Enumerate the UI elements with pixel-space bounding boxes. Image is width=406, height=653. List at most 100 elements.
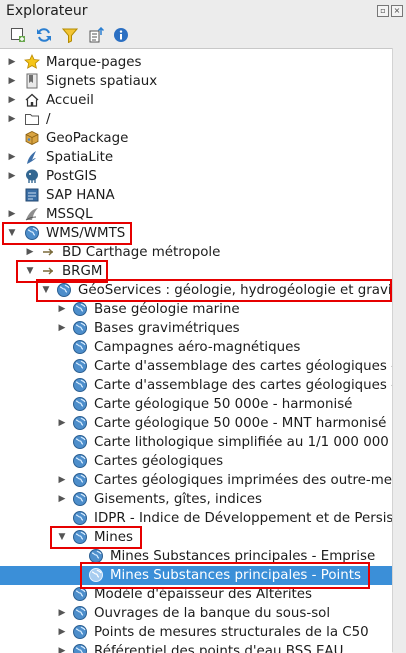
tree-item-layer[interactable]: Carte d'assemblage des cartes géologique…: [0, 376, 392, 395]
browser-tree: ▶ Marque-pages ▶ Signets spatiaux ▶ Accu…: [0, 48, 392, 653]
tree-item-accueil[interactable]: ▶ Accueil: [0, 91, 392, 110]
globe-icon: [72, 434, 88, 450]
tree-item-layer[interactable]: Carte géologique 50 000e - harmonisé: [0, 395, 392, 414]
tree-item-root[interactable]: ▶ /: [0, 110, 392, 129]
tree-item-label: Marque-pages: [46, 54, 142, 71]
expand-arrow-icon[interactable]: ▶: [25, 247, 35, 257]
tree-item-label: MSSQL: [46, 206, 93, 223]
filter-icon[interactable]: [62, 27, 78, 43]
tree-item-layer[interactable]: Campagnes aéro-magnétiques: [0, 338, 392, 357]
collapse-arrow-icon[interactable]: ▼: [7, 228, 17, 238]
collapse-all-icon[interactable]: [88, 27, 104, 43]
globe-icon: [72, 358, 88, 374]
globe-icon: [72, 396, 88, 412]
tree-item-label: Cartes géologiques: [94, 453, 223, 470]
tree-item-layer[interactable]: ▶ Ouvrages de la banque du sous-sol: [0, 604, 392, 623]
tree-item-layer[interactable]: ▶ Carte géologique 50 000e - MNT harmoni…: [0, 414, 392, 433]
info-icon[interactable]: [113, 27, 129, 43]
tree-item-layer[interactable]: ▶ Points de mesures structurales de la C…: [0, 623, 392, 642]
tree-item-layer[interactable]: ▶ Gisements, gîtes, indices: [0, 490, 392, 509]
geopackage-icon: [24, 130, 40, 146]
expand-arrow-icon[interactable]: ▶: [7, 57, 17, 67]
tree-item-marque-pages[interactable]: ▶ Marque-pages: [0, 53, 392, 72]
tree-item-label: Bases gravimétriques: [94, 320, 240, 337]
tree-item-wms-wmts[interactable]: ▼ WMS/WMTS: [0, 224, 392, 243]
expand-arrow-icon[interactable]: ▶: [57, 627, 67, 637]
tree-item-label: Cartes géologiques imprimées des outre-m…: [94, 472, 392, 489]
expand-arrow-icon[interactable]: ▶: [7, 209, 17, 219]
tree-item-layer[interactable]: ▶ Base géologie marine: [0, 300, 392, 319]
tree-item-mines[interactable]: ▼ Mines: [0, 528, 392, 547]
tree-item-label: Mines Substances principales - Points: [110, 567, 361, 584]
tree-item-layer[interactable]: Cartes géologiques: [0, 452, 392, 471]
tree-item-label: Points de mesures structurales de la C50: [94, 624, 369, 641]
tree-item-layer[interactable]: IDPR - Indice de Développement et de Per…: [0, 509, 392, 528]
tree-item-label: BRGM: [62, 263, 102, 280]
expand-arrow-icon[interactable]: ▶: [57, 323, 67, 333]
tree-item-mssql[interactable]: ▶ MSSQL: [0, 205, 392, 224]
close-icon[interactable]: ×: [391, 5, 403, 17]
tree-item-brgm[interactable]: ▼ BRGM: [0, 262, 392, 281]
expand-arrow-icon[interactable]: ▶: [7, 114, 17, 124]
tree-item-label: Carte d'assemblage des cartes géologique…: [94, 358, 392, 375]
tree-item-mines-emprise[interactable]: Mines Substances principales - Emprise: [0, 547, 392, 566]
tree-item-label: SAP HANA: [46, 187, 115, 204]
wms-connection-icon: [40, 244, 56, 260]
tree-item-label: /: [46, 111, 51, 128]
tree-item-label: PostGIS: [46, 168, 97, 185]
tree-item-layer[interactable]: ▶ Bases gravimétriques: [0, 319, 392, 338]
add-layers-icon[interactable]: [10, 27, 26, 43]
tree-item-label: Accueil: [46, 92, 94, 109]
globe-icon: [24, 225, 40, 241]
globe-icon: [72, 605, 88, 621]
expand-arrow-icon[interactable]: ▶: [57, 494, 67, 504]
collapse-arrow-icon[interactable]: ▼: [57, 532, 67, 542]
globe-icon: [56, 282, 72, 298]
postgis-icon: [24, 168, 40, 184]
tree-item-label: Ouvrages de la banque du sous-sol: [94, 605, 330, 622]
collapse-arrow-icon[interactable]: ▼: [41, 285, 51, 295]
tree-item-label: Carte d'assemblage des cartes géologique…: [94, 377, 392, 394]
expand-arrow-icon[interactable]: ▶: [7, 95, 17, 105]
refresh-icon[interactable]: [36, 27, 52, 43]
float-icon[interactable]: ▫: [377, 5, 389, 17]
tree-item-label: WMS/WMTS: [46, 225, 125, 242]
globe-icon: [72, 586, 88, 602]
expand-arrow-icon[interactable]: ▶: [57, 418, 67, 428]
globe-icon: [72, 339, 88, 355]
tree-item-layer[interactable]: Carte d'assemblage des cartes géologique…: [0, 357, 392, 376]
globe-icon: [72, 377, 88, 393]
tree-item-geoservices[interactable]: ▼ GéoServices : géologie, hydrogéologie …: [0, 281, 392, 300]
tree-item-spatialite[interactable]: ▶ SpatiaLite: [0, 148, 392, 167]
expand-arrow-icon[interactable]: ▶: [7, 152, 17, 162]
spatialite-icon: [24, 149, 40, 165]
tree-item-label: Base géologie marine: [94, 301, 240, 318]
globe-icon: [72, 472, 88, 488]
tree-item-layer[interactable]: ▶ Référentiel des points d'eau BSS EAU: [0, 642, 392, 653]
folder-icon: [24, 111, 40, 127]
tree-item-label: Modèle d'épaisseur des Altérites: [94, 586, 312, 603]
tree-item-geopackage[interactable]: GeoPackage: [0, 129, 392, 148]
home-icon: [24, 92, 40, 108]
tree-item-layer[interactable]: ▶ Cartes géologiques imprimées des outre…: [0, 471, 392, 490]
tree-item-mines-points[interactable]: Mines Substances principales - Points: [0, 566, 392, 585]
tree-item-saphana[interactable]: SAP HANA: [0, 186, 392, 205]
expand-arrow-icon[interactable]: ▶: [57, 304, 67, 314]
expand-arrow-icon[interactable]: ▶: [57, 608, 67, 618]
tree-item-postgis[interactable]: ▶ PostGIS: [0, 167, 392, 186]
expand-arrow-icon[interactable]: ▶: [57, 475, 67, 485]
collapse-arrow-icon[interactable]: ▼: [25, 266, 35, 276]
tree-item-label: Gisements, gîtes, indices: [94, 491, 262, 508]
browser-toolbar: [0, 22, 406, 48]
vertical-scrollbar[interactable]: [392, 48, 406, 652]
tree-item-bd-carthage[interactable]: ▶ BD Carthage métropole: [0, 243, 392, 262]
globe-icon: [72, 491, 88, 507]
tree-item-layer[interactable]: Modèle d'épaisseur des Altérites: [0, 585, 392, 604]
globe-icon: [72, 529, 88, 545]
expand-arrow-icon[interactable]: ▶: [7, 76, 17, 86]
expand-arrow-icon[interactable]: ▶: [7, 171, 17, 181]
tree-item-label: BD Carthage métropole: [62, 244, 220, 261]
tree-item-signets[interactable]: ▶ Signets spatiaux: [0, 72, 392, 91]
tree-item-label: GéoServices : géologie, hydrogéologie et…: [78, 282, 392, 299]
tree-item-layer[interactable]: Carte lithologique simplifiée au 1/1 000…: [0, 433, 392, 452]
